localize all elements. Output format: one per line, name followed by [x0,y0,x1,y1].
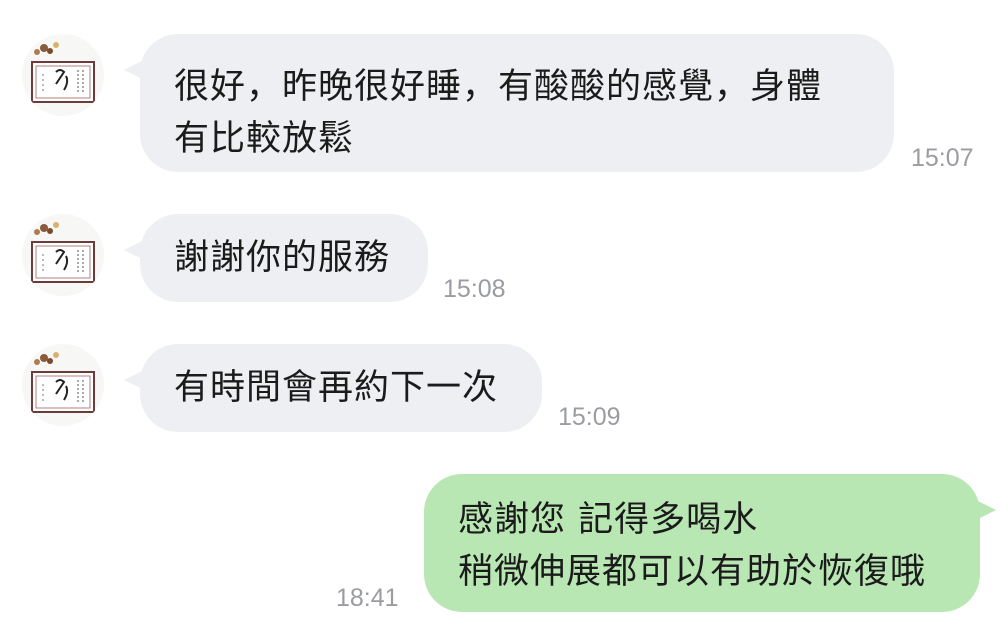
sender-avatar[interactable] [22,214,104,296]
message-bubble-incoming[interactable]: 很好，昨晚很好睡，有酸酸的感覺，身體 有比較放鬆 [140,34,894,172]
message-timestamp: 18:41 [336,584,399,612]
calligraphy-art-avatar-icon [31,42,95,103]
message-timestamp: 15:09 [558,403,621,431]
message-bubble-outgoing[interactable]: 感謝您 記得多喝水 稍微伸展都可以有助於恢復哦 [424,474,980,612]
message-bubble-incoming[interactable]: 謝謝你的服務 [140,214,428,302]
calligraphy-art-avatar-icon [31,352,95,413]
bubble-tail [976,500,996,520]
sender-avatar[interactable] [22,34,104,116]
calligraphy-art-avatar-icon [31,222,95,283]
message-timestamp: 15:07 [911,144,974,172]
message-timestamp: 15:08 [443,275,506,303]
message-bubble-incoming[interactable]: 有時間會再約下一次 [140,344,542,432]
sender-avatar[interactable] [22,344,104,426]
